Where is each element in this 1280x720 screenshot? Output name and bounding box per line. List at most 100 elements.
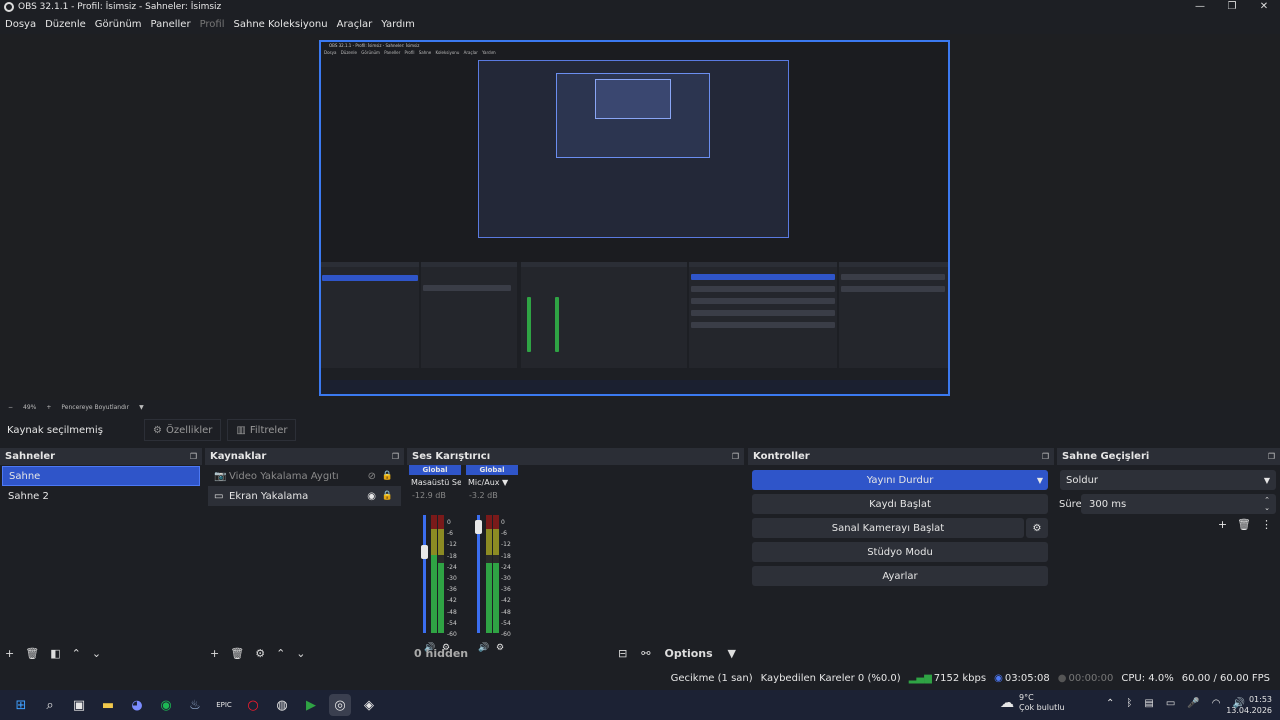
source-label: Ekran Yakalama [229, 490, 309, 502]
duration-input[interactable]: 300 ms ⌃ ⌄ [1081, 494, 1276, 514]
studio-mode-button[interactable]: Stüdyo Modu [752, 542, 1048, 562]
menu-docks[interactable]: Paneller [151, 19, 191, 30]
transition-type-select[interactable]: Soldur ▼ [1060, 470, 1276, 490]
menu-scene-collection[interactable]: Sahne Koleksiyonu [234, 19, 328, 30]
network-icon[interactable]: ▤ [1144, 698, 1153, 709]
float-dock-icon[interactable]: ❐ [1268, 452, 1275, 461]
wifi-icon[interactable]: ◠ [1212, 698, 1221, 709]
virtual-camera-settings-button[interactable]: ⚙ [1026, 518, 1048, 538]
microphone-icon[interactable]: 🎤 [1187, 698, 1199, 709]
scene-filters-icon[interactable]: ◧ [50, 647, 60, 660]
maximize-button[interactable]: ❐ [1216, 0, 1248, 14]
more-options-icon[interactable]: ⋮ [1261, 518, 1272, 531]
discord-icon[interactable]: ◕ [126, 694, 148, 716]
menu-edit[interactable]: Düzenle [45, 19, 86, 30]
move-down-icon[interactable]: ⌄ [92, 647, 101, 660]
add-source-icon[interactable]: + [210, 647, 219, 660]
fader-knob[interactable] [475, 520, 482, 534]
chevron-down-icon: ▼ [1263, 475, 1270, 485]
float-dock-icon[interactable]: ❐ [732, 452, 739, 461]
system-clock[interactable]: 01:53 13.04.2026 [1226, 694, 1272, 716]
start-recording-button[interactable]: Kaydı Başlat [752, 494, 1048, 514]
record-icon: ● [1057, 672, 1067, 684]
filters-button[interactable]: ▥ Filtreler [227, 419, 297, 441]
stop-stream-button[interactable]: Yayını Durdur ▼ [752, 470, 1048, 490]
obs-studio-icon[interactable]: ◈ [358, 694, 380, 716]
lock-icon[interactable]: 🔒 [382, 491, 393, 501]
clock-time: 01:53 [1248, 695, 1272, 704]
menu-tools[interactable]: Araçlar [337, 19, 373, 30]
menu-profile[interactable]: Profil [200, 19, 225, 30]
epic-games-icon[interactable]: EPIC [213, 694, 235, 716]
menu-view[interactable]: Görünüm [95, 19, 142, 30]
hidden-count: 0 hidden [414, 646, 469, 660]
properties-button[interactable]: ⚙ Özellikler [144, 419, 222, 441]
source-item[interactable]: ▭ Ekran Yakalama ◉ 🔒 [208, 486, 401, 506]
nested-taskbar [321, 380, 948, 394]
minimize-button[interactable]: — [1184, 0, 1216, 14]
mixer-channel-desktop: Global Masaüstü Ses ▼ -12.9 dB 0-6-12-18… [409, 465, 461, 653]
window-controls: — ❐ ✕ [1184, 0, 1280, 14]
eye-icon[interactable]: ◉ [367, 491, 376, 502]
task-view-icon[interactable]: ▣ [68, 694, 90, 716]
preview-screen-capture[interactable]: OBS 32.1.1 - Profil: İsimsiz - Sahneler:… [319, 40, 950, 396]
scale-mode-dropdown[interactable]: Pencereye Boyutlandır [61, 404, 129, 411]
fader-knob[interactable] [421, 545, 428, 559]
display-icon[interactable]: ▭ [1166, 698, 1175, 709]
move-up-icon[interactable]: ⌃ [72, 647, 81, 660]
float-dock-icon[interactable]: ❐ [190, 452, 197, 461]
trash-icon[interactable]: 🗑 [1237, 518, 1251, 531]
bitrate-status: 7152 kbps [933, 672, 987, 684]
volume-fader[interactable] [423, 515, 426, 633]
trash-icon[interactable]: 🗑 [230, 647, 244, 660]
layout-icon[interactable]: ⊟ [618, 647, 627, 660]
chevron-down-icon[interactable]: ▼ [1037, 476, 1043, 485]
chevron-down-icon[interactable]: ▼ [139, 404, 144, 411]
menu-file[interactable]: Dosya [5, 19, 36, 30]
steam-icon[interactable]: ♨ [184, 694, 206, 716]
duration-value: 300 ms [1089, 498, 1127, 510]
os-taskbar: ⊞ ⌕ ▣ ▬ ◕ ◉ ♨ EPIC ○ ◍ ▶ ◎ ◈ ☁ 9°C Çok b… [0, 690, 1280, 720]
opera-icon[interactable]: ○ [242, 694, 264, 716]
add-transition-icon[interactable]: + [1218, 518, 1227, 531]
chevron-up-icon[interactable]: ⌃ [1106, 698, 1114, 709]
zoom-in-button[interactable]: + [46, 404, 51, 411]
weather-widget[interactable]: ☁ 9°C Çok bulutlu [1000, 693, 1065, 713]
filter-icon: ▥ [236, 424, 246, 436]
lock-icon[interactable]: 🔒 [382, 471, 393, 481]
channel-name-dropdown[interactable]: Mic/Aux ▼ [466, 478, 518, 487]
start-virtual-camera-button[interactable]: Sanal Kamerayı Başlat [752, 518, 1024, 538]
media-player-icon[interactable]: ▶ [300, 694, 322, 716]
float-dock-icon[interactable]: ❐ [392, 452, 399, 461]
source-item[interactable]: 📷 Video Yakalama Aygıtı ⊘ 🔒 [208, 466, 401, 486]
audio-mixer-dock: Ses Karıştırıcı ❐ Global Masaüstü Ses ▼ … [407, 448, 744, 664]
mixer-channel-mic: Global Mic/Aux ▼ -3.2 dB 0 -6 -12 -18 -24 -30… [466, 465, 518, 653]
bluetooth-icon[interactable]: ᛒ [1126, 698, 1132, 709]
link-icon[interactable]: ⚯ [641, 647, 650, 660]
move-down-icon[interactable]: ⌄ [296, 647, 305, 660]
eye-slash-icon[interactable]: ⊘ [368, 471, 376, 482]
controls-header: Kontroller ❐ [748, 448, 1054, 465]
stepper-icon[interactable]: ⌃ ⌄ [1264, 496, 1270, 512]
trash-icon[interactable]: 🗑 [25, 647, 39, 660]
add-scene-icon[interactable]: + [5, 647, 14, 660]
zoom-out-button[interactable]: − [8, 404, 13, 411]
windows-start-icon[interactable]: ⊞ [10, 694, 32, 716]
channel-name-dropdown[interactable]: Masaüstü Ses ▼ [409, 478, 461, 487]
scene-item[interactable]: Sahne 2 [2, 486, 200, 506]
scene-item[interactable]: Sahne [2, 466, 200, 486]
scene-label: Sahne 2 [8, 490, 49, 502]
spotify-icon[interactable]: ◉ [155, 694, 177, 716]
options-dropdown[interactable]: Options ▼ [665, 647, 737, 660]
menu-help[interactable]: Yardım [381, 19, 415, 30]
db-scale: 0 -6 -12 -18 -24 -30 -36 -42 -48 -54 -60 [447, 519, 457, 639]
obs-taskbar-icon[interactable]: ◎ [329, 694, 351, 716]
float-dock-icon[interactable]: ❐ [1042, 452, 1049, 461]
search-icon[interactable]: ⌕ [39, 694, 61, 716]
settings-button[interactable]: Ayarlar [752, 566, 1048, 586]
move-up-icon[interactable]: ⌃ [276, 647, 285, 660]
file-explorer-icon[interactable]: ▬ [97, 694, 119, 716]
gear-icon[interactable]: ⚙ [255, 647, 265, 660]
close-button[interactable]: ✕ [1248, 0, 1280, 14]
chrome-icon[interactable]: ◍ [271, 694, 293, 716]
